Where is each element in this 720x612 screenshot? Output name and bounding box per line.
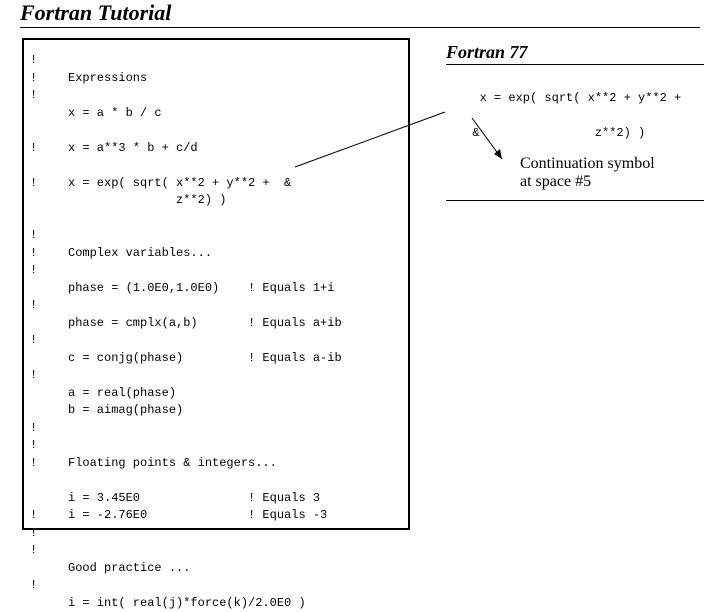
code-comment-markers: ! ! ! ! ! ! ! ! ! ! ! ! ! ! ! ! ! ! <box>30 52 37 595</box>
callout-line1: Continuation symbol <box>520 155 655 172</box>
title-underline <box>20 27 700 28</box>
code-body: Expressions x = a * b / c x = a**3 * b +… <box>68 52 342 612</box>
callout-text: Continuation symbol at space #5 <box>520 155 655 191</box>
fortran77-underline <box>446 64 704 65</box>
callout-underline <box>446 200 704 201</box>
callout-line2: at space #5 <box>520 173 591 190</box>
fortran77-heading: Fortran 77 <box>446 42 528 63</box>
page-title: Fortran Tutorial <box>20 0 171 26</box>
fortran77-code: x = exp( sqrt( x**2 + y**2 + & z**2) ) <box>458 90 681 143</box>
